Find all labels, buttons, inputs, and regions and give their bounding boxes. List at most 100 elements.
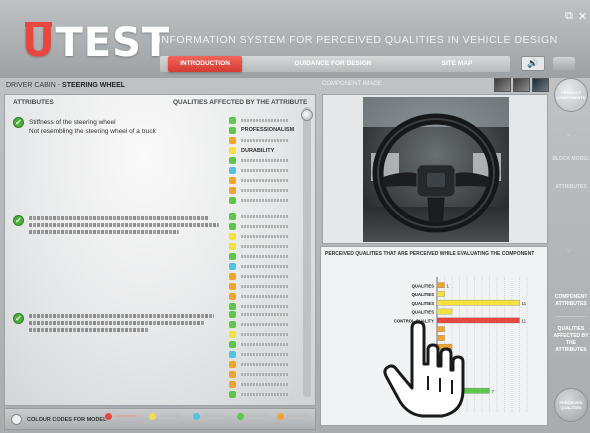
legend-dot [237, 413, 244, 420]
attribute-line-2: Not resembling the steering wheel of a t… [29, 128, 156, 135]
bar [436, 308, 453, 315]
logo-letter-u: U [22, 20, 56, 66]
bar [436, 379, 453, 385]
breadcrumb-section[interactable]: DRIVER CABIN [6, 82, 56, 89]
component-image-label: COMPONENT IMAGE [322, 81, 382, 87]
attribute-text-1: Stiffness of the steering wheel Not rese… [29, 118, 156, 136]
tab-site-map[interactable]: SITE MAP [422, 56, 492, 72]
perceived-qualities-label: PERCEIVED QUALITIES [559, 400, 583, 410]
attribute-row-1[interactable]: ✓ Stiffness of the steering wheel Not re… [13, 117, 223, 197]
quality-dot [229, 197, 236, 204]
quality-dot [229, 303, 236, 310]
quality-dot [229, 283, 236, 290]
quality-line [241, 245, 289, 248]
quality-label: DURABILITY [241, 148, 275, 154]
quality-dot [229, 351, 236, 358]
quality-dot [229, 157, 236, 164]
bar [436, 326, 445, 332]
quality-line [241, 215, 289, 218]
speaker-button[interactable]: 🔊 [521, 56, 545, 71]
quality-dot [229, 233, 236, 240]
block-model-label[interactable]: BLOCK MODEL [552, 156, 590, 163]
thumbnail-1[interactable] [494, 78, 511, 92]
component-attributes-link[interactable]: COMPONENT ATTRIBUTES [552, 294, 590, 308]
restore-icon[interactable]: ⧉ [565, 10, 573, 23]
quality-dot [229, 117, 236, 124]
app-logo: UTEST [22, 18, 170, 68]
quality-dot [229, 127, 236, 134]
category-label: QUALITIES [412, 292, 435, 297]
quality-line [241, 305, 289, 308]
category-label: QUALITIES [412, 301, 435, 306]
chevron-down-icon: ⌄ [565, 128, 573, 138]
legend-label-blurred [159, 415, 181, 417]
check-icon: ✓ [13, 313, 24, 324]
bar [436, 396, 445, 403]
bar [436, 299, 520, 306]
quality-line [241, 343, 289, 346]
legend-icon [11, 414, 22, 425]
main-nav: INTRODUCTION GUIDANCE FOR DESIGN SITE MA… [160, 56, 510, 72]
quality-line [241, 323, 289, 326]
attributes-header: ATTRIBUTES [13, 99, 54, 106]
quality-line [241, 275, 289, 278]
attributes-label-faded[interactable]: ATTRIBUTES [552, 184, 590, 191]
perceived-qualities-button[interactable]: PERCEIVED QUALITIES [554, 388, 588, 422]
quality-dot [229, 391, 236, 398]
bar [436, 405, 445, 412]
quality-dot [229, 273, 236, 280]
qualities-chart: QUALITIES 1 QUALITIES QUALITIES 11 QUALITIES C… [394, 277, 528, 413]
product-components-label: PRODUCT COMPONENTS [556, 90, 586, 100]
component-image-panel [322, 94, 548, 244]
quality-line [241, 159, 289, 162]
quality-dot [229, 147, 236, 154]
quality-dot [229, 331, 236, 338]
close-icon[interactable]: ✕ [578, 10, 587, 23]
legend-dot [149, 413, 156, 420]
attribute-row-3[interactable]: ✓ [13, 313, 223, 353]
legend-label-blurred [287, 415, 309, 417]
quality-line [241, 353, 289, 356]
bar [436, 352, 445, 359]
qualities-affected-link[interactable]: QUALITIES AFFECTED BY THE ATTRIBUTES [552, 326, 590, 354]
scrollbar-thumb[interactable] [301, 109, 313, 121]
category-label: QUALITIES [412, 283, 435, 288]
quality-dot [229, 223, 236, 230]
quality-line [241, 225, 289, 228]
speaker-icon: 🔊 [527, 58, 539, 68]
quality-line [241, 333, 289, 336]
quality-dot [229, 167, 236, 174]
thumbnail-2[interactable] [513, 78, 530, 92]
quality-line [241, 169, 289, 172]
attributes-scrollbar[interactable] [301, 107, 313, 397]
legend-label-blurred [203, 415, 225, 417]
attribute-row-2[interactable]: ✓ [13, 215, 223, 255]
quality-dot [229, 243, 236, 250]
breadcrumb: DRIVER CABIN - STEERING WHEEL [2, 80, 318, 92]
attribute-text-blurred [29, 321, 204, 325]
legend-label-blurred [115, 415, 137, 417]
quality-dot [229, 361, 236, 368]
logo-text: TEST [55, 20, 171, 66]
bar [436, 335, 445, 341]
product-components-button[interactable]: PRODUCT COMPONENTS [554, 78, 588, 112]
quality-line [241, 363, 289, 366]
category-label: CONTROL QUALITY [394, 319, 434, 324]
qualities-chart-panel: PERCEIVED QUALITIES THAT ARE PERCEIVED W… [320, 246, 548, 426]
tab-introduction[interactable]: INTRODUCTION [168, 56, 242, 72]
chevron-down-icon: ⌄ [565, 244, 573, 254]
quality-label: PROFESSIONALISM [241, 127, 295, 133]
tab-guidance-for-design[interactable]: GUIDANCE FOR DESIGN [278, 56, 388, 72]
quality-line [241, 383, 289, 386]
quality-dot [229, 371, 236, 378]
quality-dot [229, 137, 236, 144]
side-tab[interactable] [553, 57, 575, 70]
thumbnail-3[interactable] [532, 78, 549, 92]
quality-dot [229, 381, 236, 388]
quality-line [241, 199, 289, 202]
value-label: 11 [522, 319, 527, 324]
value-label: 11 [522, 301, 527, 306]
bar [436, 291, 445, 297]
quality-line [241, 295, 289, 298]
legend-dot [277, 413, 284, 420]
